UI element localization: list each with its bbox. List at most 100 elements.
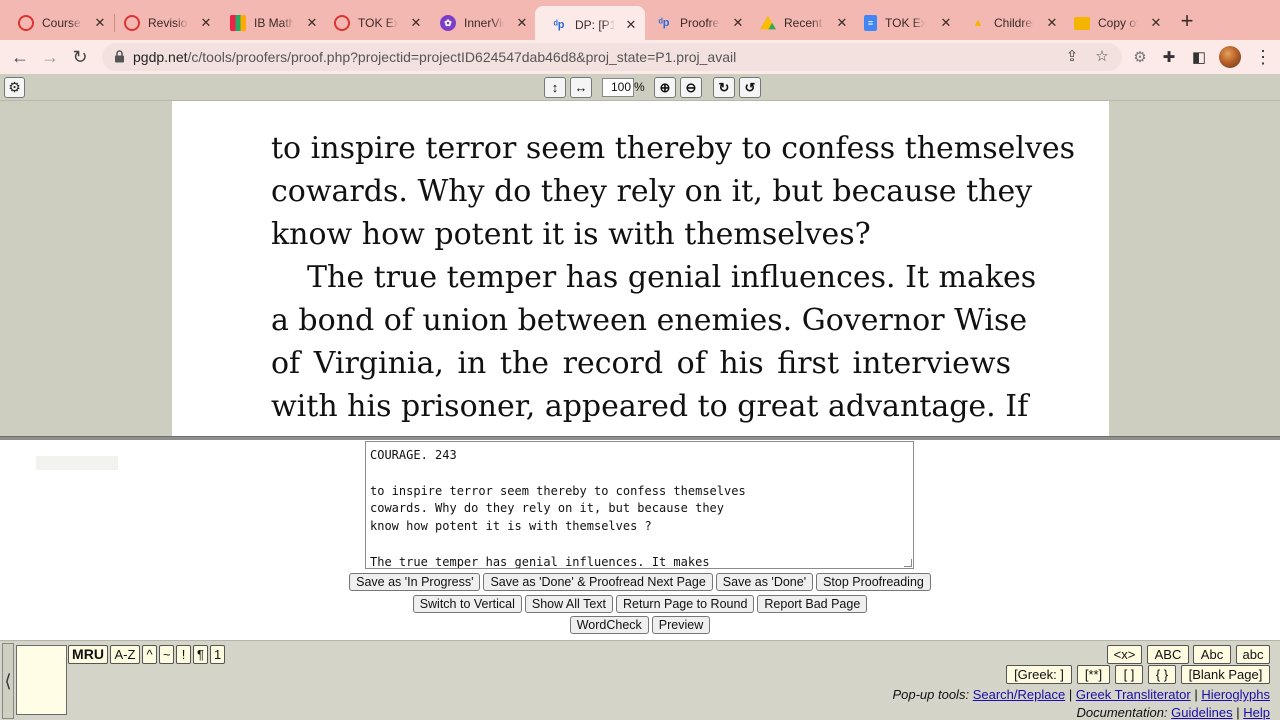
search-replace-link[interactable]: Search/Replace xyxy=(973,687,1066,702)
url-path: /c/tools/proofers/proof.php?projectid=pr… xyxy=(187,49,737,65)
text-line: COURAGE. 243 xyxy=(370,448,457,462)
tab-caret[interactable]: ^ xyxy=(142,645,157,664)
text-line: know how potent it is with themselves ? xyxy=(370,519,652,534)
forward-icon[interactable]: → xyxy=(39,46,61,68)
tab-tok-doc[interactable]: ≡ TOK Exh ✕ xyxy=(848,8,960,38)
zoom-input[interactable]: 100 xyxy=(602,78,634,97)
tab-recent[interactable]: Recent ✕ xyxy=(744,8,856,38)
tab-tilde[interactable]: ~ xyxy=(159,645,174,664)
tab-copy-of[interactable]: Copy of ✕ xyxy=(1058,8,1170,38)
tab-exclamation[interactable]: ! xyxy=(176,645,191,664)
text-line xyxy=(370,536,909,554)
url-domain: pgdp.net xyxy=(133,49,188,65)
bracket-markup-button[interactable]: [ ] xyxy=(1115,665,1143,684)
new-tab-button[interactable]: + xyxy=(1176,10,1198,32)
close-icon[interactable]: ✕ xyxy=(198,15,214,31)
address-bar[interactable]: pgdp.net/c/tools/proofers/proof.php?proj… xyxy=(102,43,1122,71)
tab-children[interactable]: ▲ Children ✕ xyxy=(954,8,1066,38)
remove-markup-button[interactable]: <x> xyxy=(1107,645,1142,664)
scan-line: a bond of union between enemies. Governo… xyxy=(271,303,1028,338)
close-icon[interactable]: ✕ xyxy=(938,15,954,31)
tab-one[interactable]: 1 xyxy=(210,645,225,664)
preview-button[interactable]: Preview xyxy=(651,616,711,634)
tab-title: TOK Exh xyxy=(358,16,398,30)
save-in-progress-button[interactable]: Save as 'In Progress' xyxy=(349,573,481,591)
tab-revision[interactable]: Revision ✕ xyxy=(108,8,220,38)
zoom-out-button[interactable]: ⊖ xyxy=(680,77,702,98)
report-bad-page-button[interactable]: Report Bad Page xyxy=(757,595,868,613)
extensions-puzzle-icon[interactable]: ✚ xyxy=(1160,49,1178,67)
close-icon[interactable]: ✕ xyxy=(1148,15,1164,31)
help-link[interactable]: Help xyxy=(1243,705,1270,720)
revision-icon xyxy=(124,15,140,31)
tab-title: IB Math xyxy=(254,16,294,30)
tab-title: Revision xyxy=(148,16,188,30)
close-icon[interactable]: ✕ xyxy=(408,15,424,31)
hieroglyphs-link[interactable]: Hieroglyphs xyxy=(1201,687,1270,702)
tab-ib-math[interactable]: IB Math ✕ xyxy=(214,8,326,38)
character-picker-box[interactable] xyxy=(16,645,67,715)
tab-a-z[interactable]: A-Z xyxy=(110,645,140,664)
button-row-save: Save as 'In Progress' Save as 'Done' & P… xyxy=(0,573,1280,591)
show-all-text-button[interactable]: Show All Text xyxy=(524,595,613,613)
fit-height-button[interactable]: ↕ xyxy=(544,77,566,98)
settings-gear-icon[interactable]: ⚙ xyxy=(4,77,25,98)
guidelines-link[interactable]: Guidelines xyxy=(1171,705,1232,720)
tab-tok-exh[interactable]: TOK Exh ✕ xyxy=(318,8,430,38)
titlecase-button[interactable]: Abc xyxy=(1193,645,1231,664)
stop-proofreading-button[interactable]: Stop Proofreading xyxy=(816,573,931,591)
innerview-icon: ✿ xyxy=(440,15,456,31)
back-icon[interactable]: ← xyxy=(9,46,31,68)
close-icon[interactable]: ✕ xyxy=(623,17,639,33)
tab-title: Course xyxy=(42,16,81,30)
greek-transliterator-link[interactable]: Greek Transliterator xyxy=(1076,687,1191,702)
save-done-button[interactable]: Save as 'Done' xyxy=(715,573,814,591)
scan-line: know how potent it is with themselves? xyxy=(271,217,871,252)
documentation-label: Documentation: xyxy=(1076,705,1168,720)
lowercase-button[interactable]: abc xyxy=(1236,645,1270,664)
profile-avatar[interactable] xyxy=(1219,46,1241,68)
drive-icon xyxy=(760,15,776,30)
wordcheck-button[interactable]: WordCheck xyxy=(569,616,649,634)
text-line xyxy=(370,465,909,483)
reload-icon[interactable]: ↻ xyxy=(69,46,91,68)
button-row-check: WordCheck Preview xyxy=(0,616,1280,634)
tab-pilcrow[interactable]: ¶ xyxy=(193,645,208,664)
collapse-chevron-icon[interactable]: ⟨ xyxy=(2,643,14,719)
lock-icon xyxy=(115,50,124,63)
save-done-next-button[interactable]: Save as 'Done' & Proofread Next Page xyxy=(483,573,713,591)
menu-kebab-icon[interactable]: ⋮ xyxy=(1254,48,1272,66)
uppercase-button[interactable]: ABC xyxy=(1147,645,1189,664)
rotate-counterclockwise-button[interactable]: ↺ xyxy=(739,77,761,98)
bookmark-star-icon[interactable]: ☆ xyxy=(1093,48,1111,66)
blank-page-button[interactable]: [Blank Page] xyxy=(1181,665,1270,684)
note-markup-button[interactable]: [**] xyxy=(1077,665,1110,684)
tab-mru[interactable]: MRU xyxy=(68,645,108,664)
proofing-textarea[interactable]: COURAGE. 243 to inspire terror seem ther… xyxy=(365,441,914,569)
greek-markup-button[interactable]: [Greek: ] xyxy=(1006,665,1072,684)
tab-course[interactable]: Course ✕ xyxy=(2,8,114,38)
resize-grip-icon[interactable] xyxy=(904,559,912,567)
tok-icon xyxy=(334,15,350,31)
tab-innerview[interactable]: ✿ InnerVie ✕ xyxy=(424,8,536,38)
image-toolbar: ⚙ ↕ ↔ 100 % ⊕ ⊖ ↻ ↺ xyxy=(0,74,1280,101)
return-page-button[interactable]: Return Page to Round xyxy=(616,595,755,613)
tab-dp-p1[interactable]: ᵈp DP: [P1] ✕ xyxy=(535,6,645,44)
switch-vertical-button[interactable]: Switch to Vertical xyxy=(412,595,522,613)
scan-line: cowards. Why do they rely on it, but bec… xyxy=(271,174,1033,209)
tab-proofread[interactable]: ᵈp Proofrea ✕ xyxy=(640,8,752,38)
close-icon[interactable]: ✕ xyxy=(92,15,108,31)
side-panel-icon[interactable]: ◧ xyxy=(1190,49,1208,67)
image-frame[interactable]: to inspire terror seem thereby to confes… xyxy=(0,101,1280,436)
fit-width-button[interactable]: ↔ xyxy=(570,77,592,98)
text-line: The true temper has genial influences. I… xyxy=(370,554,710,569)
text-line: cowards. Why do they rely on it, but bec… xyxy=(370,501,725,516)
extension-gear-icon[interactable]: ⚙ xyxy=(1131,49,1149,67)
brace-markup-button[interactable]: { } xyxy=(1148,665,1176,684)
rotate-clockwise-button[interactable]: ↻ xyxy=(713,77,735,98)
scan-page: to inspire terror seem thereby to confes… xyxy=(172,101,1109,436)
close-icon[interactable]: ✕ xyxy=(514,15,530,31)
share-icon[interactable]: ⇪ xyxy=(1063,48,1081,66)
zoom-in-button[interactable]: ⊕ xyxy=(654,77,676,98)
browser-toolbar: ← → ↻ pgdp.net/c/tools/proofers/proof.ph… xyxy=(0,40,1280,74)
